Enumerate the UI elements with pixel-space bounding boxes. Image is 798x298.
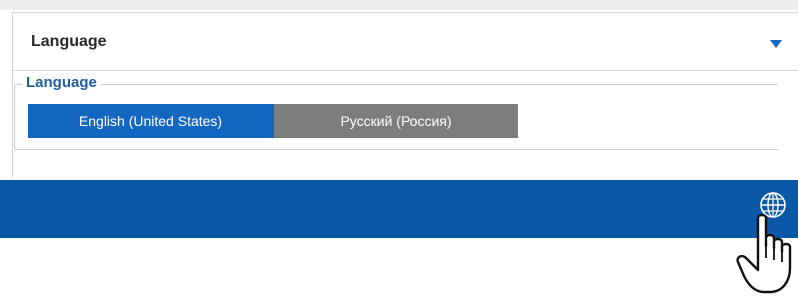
panel-title: Language [31,33,107,50]
bottom-bar [0,180,798,238]
language-legend: Language [22,74,101,91]
language-option-russian[interactable]: Русский (Россия) [273,104,518,138]
top-edge [0,0,798,10]
panel-header[interactable]: Language [13,13,798,71]
language-option-english[interactable]: English (United States) [28,104,273,138]
hand-cursor-icon [736,213,792,294]
triangle-down-icon[interactable] [769,39,783,49]
